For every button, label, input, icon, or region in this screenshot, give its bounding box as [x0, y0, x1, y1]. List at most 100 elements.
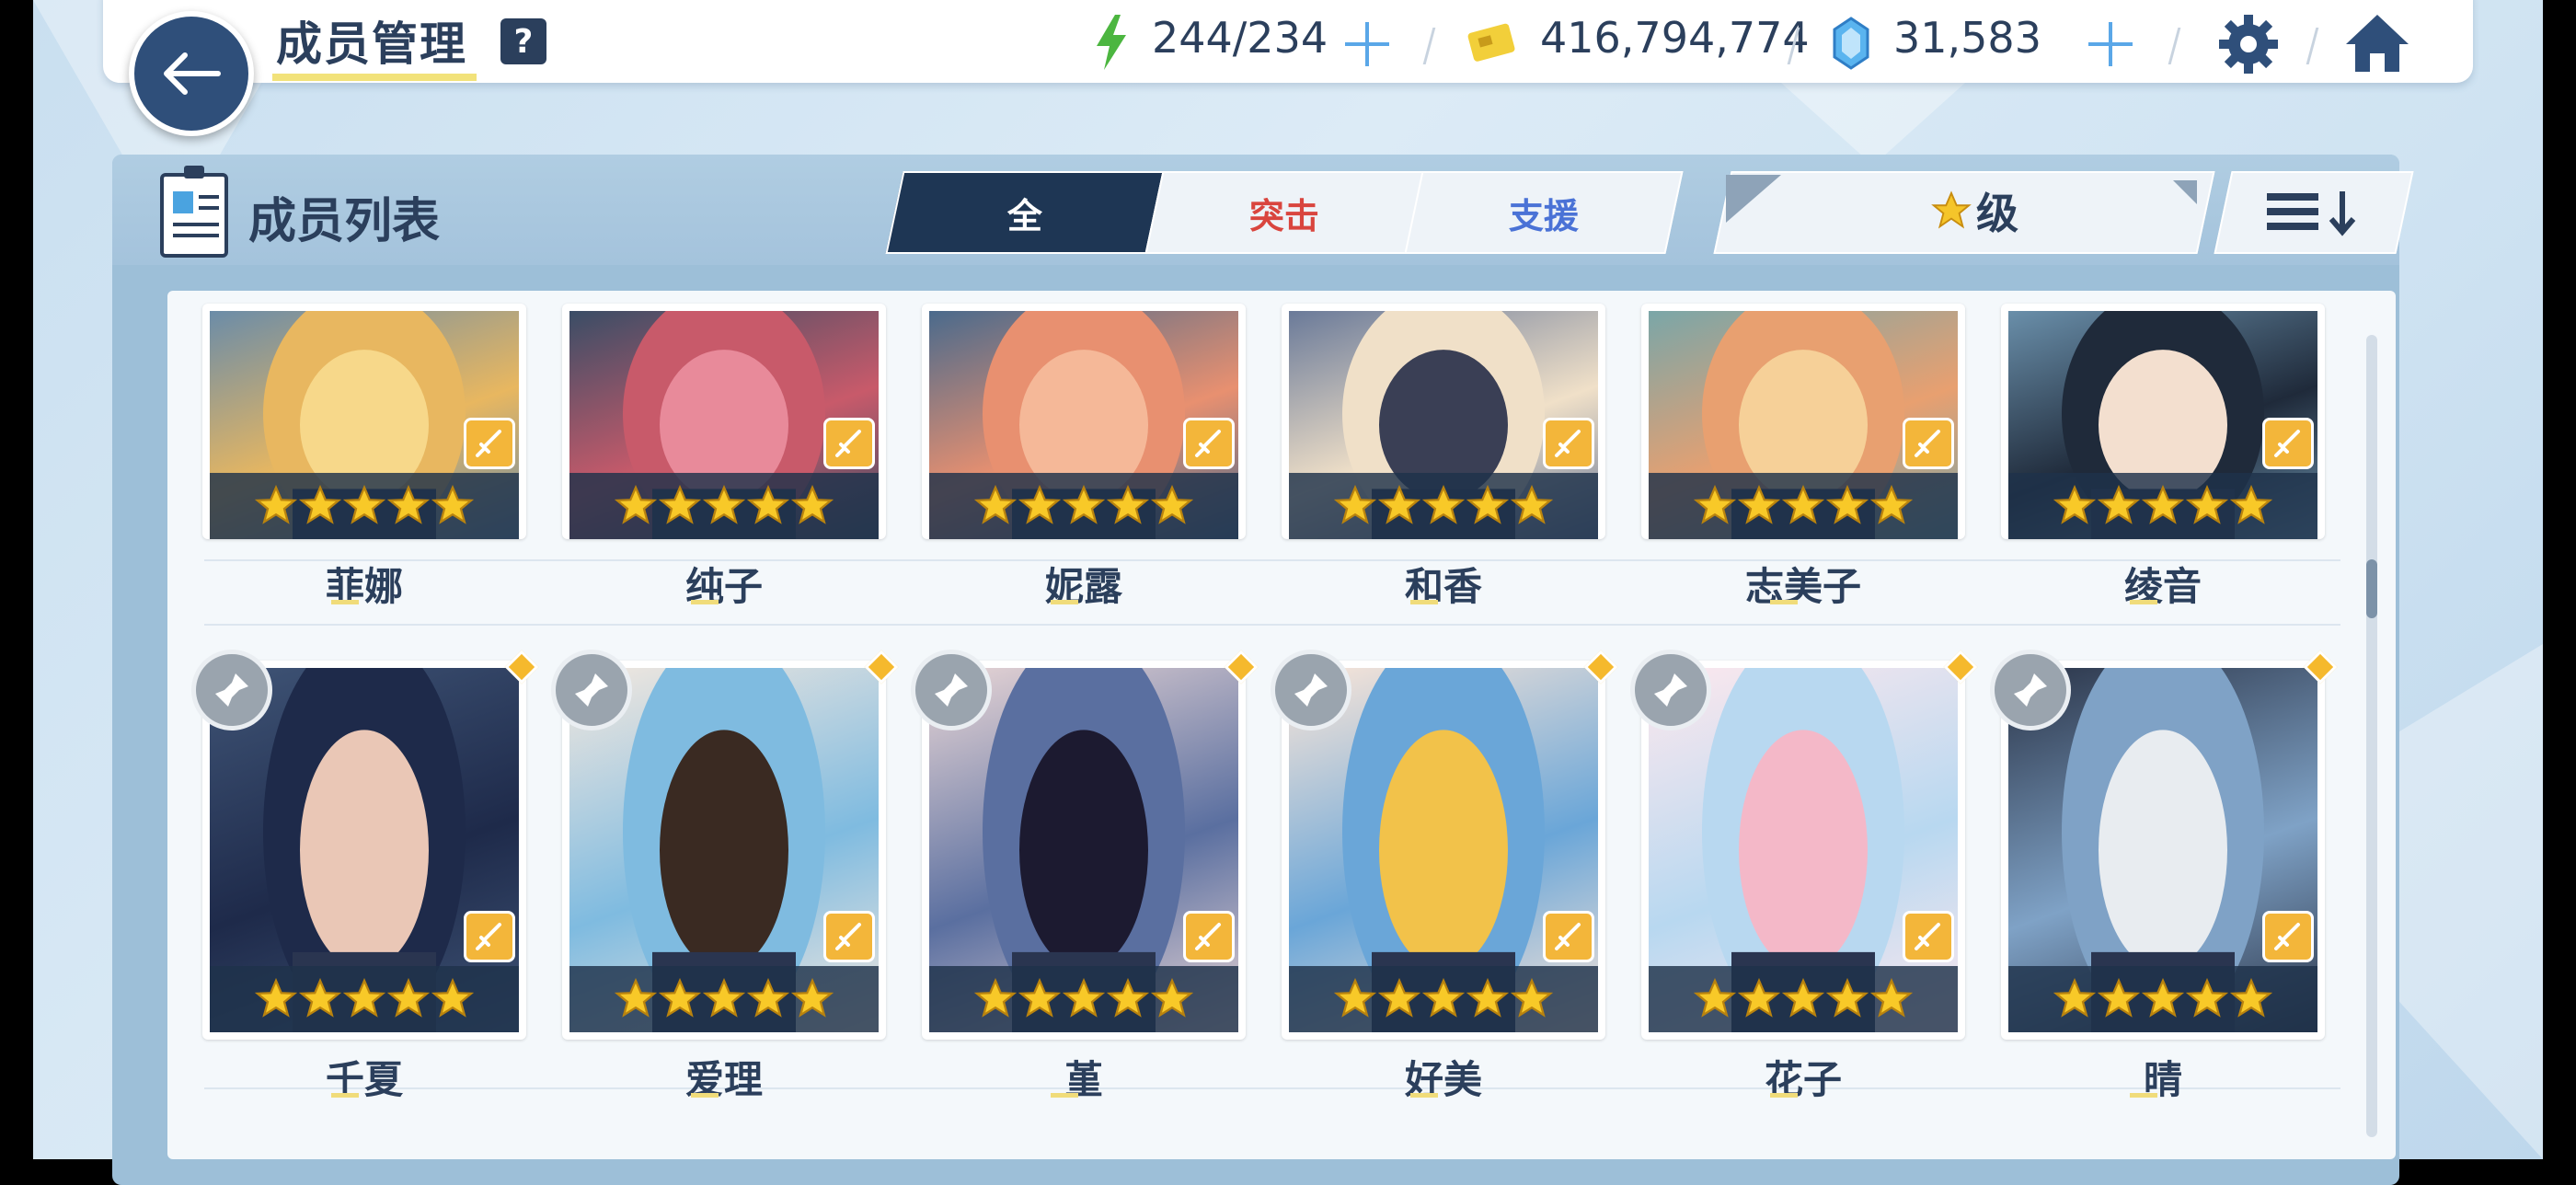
pin-button[interactable] [911, 650, 992, 731]
name-underline [2130, 1093, 2157, 1098]
add-stamina-button[interactable] [1341, 18, 1393, 70]
sword-icon [476, 430, 501, 457]
pin-icon [1654, 673, 1687, 707]
name-underline [1410, 600, 1438, 604]
star-icon [2098, 978, 2140, 1018]
star-icon [343, 978, 385, 1018]
pin-icon [1294, 673, 1328, 707]
sort-label: 级 [1930, 180, 2018, 241]
role-badge [1543, 911, 1594, 962]
sword-icon [2274, 430, 2300, 457]
sword-icon [835, 430, 861, 457]
page-title: 成员管理 [276, 17, 467, 71]
member-card[interactable] [562, 304, 886, 539]
star-icon [255, 485, 297, 524]
name-underline [691, 1093, 719, 1098]
star-icon [1782, 978, 1824, 1018]
member-name: 花子 [1764, 1057, 1842, 1102]
member-name: 爱理 [684, 1057, 763, 1102]
star-icon [703, 978, 745, 1018]
role-badge [1903, 418, 1954, 469]
name-underline [331, 600, 359, 604]
star-icon [1826, 978, 1869, 1018]
star-icon [1063, 978, 1105, 1018]
gear-icon[interactable] [2217, 13, 2280, 75]
star-rating [1649, 966, 1958, 1032]
pin-button[interactable] [1990, 650, 2071, 731]
star-icon [1151, 485, 1193, 524]
member-card[interactable] [202, 304, 526, 539]
star-icon [2186, 978, 2228, 1018]
star-icon [387, 978, 430, 1018]
role-badge [2262, 418, 2314, 469]
pin-icon [575, 673, 608, 707]
role-badge [1543, 418, 1594, 469]
tab-support[interactable]: 支援 [1404, 171, 1684, 254]
pin-icon [2014, 673, 2047, 707]
sword-icon [1195, 923, 1221, 950]
star-icon [1694, 978, 1736, 1018]
title-underline [272, 74, 477, 81]
scrollbar-track[interactable] [2366, 335, 2377, 1137]
name-underline [2130, 600, 2157, 604]
star-icon [1107, 485, 1149, 524]
star-icon [299, 978, 341, 1018]
sword-icon [835, 923, 861, 950]
star-icon [2230, 485, 2272, 524]
scrollbar-thumb[interactable] [2366, 559, 2377, 618]
sort-order-button[interactable] [2214, 171, 2414, 254]
pin-button[interactable] [1630, 650, 1711, 731]
role-badge [1903, 911, 1954, 962]
star-icon [1826, 485, 1869, 524]
row-divider [204, 624, 2340, 626]
star-icon [2142, 978, 2184, 1018]
member-card[interactable] [1282, 304, 1605, 539]
star-icon [1422, 978, 1465, 1018]
credit-icon [1467, 23, 1515, 62]
star-icon [1738, 485, 1780, 524]
star-icon [1738, 978, 1780, 1018]
member-card[interactable] [1641, 304, 1965, 539]
star-rating [929, 473, 1238, 539]
panel-title: 成员列表 [248, 194, 441, 249]
pin-button[interactable] [1271, 650, 1351, 731]
star-icon [747, 978, 789, 1018]
sword-icon [476, 923, 501, 950]
sword-icon [1195, 430, 1221, 457]
member-name: 绫音 [2123, 564, 2202, 609]
star-icon [431, 485, 474, 524]
star-icon [2230, 978, 2272, 1018]
star-rating [210, 473, 519, 539]
role-badge [464, 911, 515, 962]
tab-all[interactable]: 全 [885, 171, 1165, 254]
member-name: 好美 [1404, 1057, 1482, 1102]
pin-icon [215, 673, 248, 707]
tab-all-label: 全 [1006, 195, 1042, 236]
star-icon [1378, 978, 1420, 1018]
star-icon [387, 485, 430, 524]
gem-icon [1833, 17, 1869, 70]
pin-button[interactable] [191, 650, 272, 731]
star-icon [1694, 485, 1736, 524]
star-rating [1289, 473, 1598, 539]
tab-assault[interactable]: 突击 [1144, 171, 1424, 254]
star-icon [1018, 485, 1061, 524]
add-gems-button[interactable] [2085, 18, 2136, 70]
star-rating [1649, 473, 1958, 539]
member-name: 千夏 [325, 1057, 403, 1102]
star-icon [2186, 485, 2228, 524]
dropdown-corner-icon [2173, 180, 2197, 204]
home-icon[interactable] [2342, 11, 2412, 75]
back-button[interactable] [129, 11, 254, 136]
sword-icon [1915, 923, 1940, 950]
star-icon [659, 485, 701, 524]
pin-button[interactable] [551, 650, 632, 731]
star-icon [1466, 978, 1509, 1018]
member-name: 妮露 [1044, 564, 1122, 609]
help-button[interactable]: ? [500, 18, 546, 64]
member-card[interactable] [2001, 304, 2325, 539]
sort-label-text: 级 [1976, 189, 2018, 238]
star-icon [703, 485, 745, 524]
member-card[interactable] [922, 304, 1246, 539]
star-icon [1334, 485, 1376, 524]
